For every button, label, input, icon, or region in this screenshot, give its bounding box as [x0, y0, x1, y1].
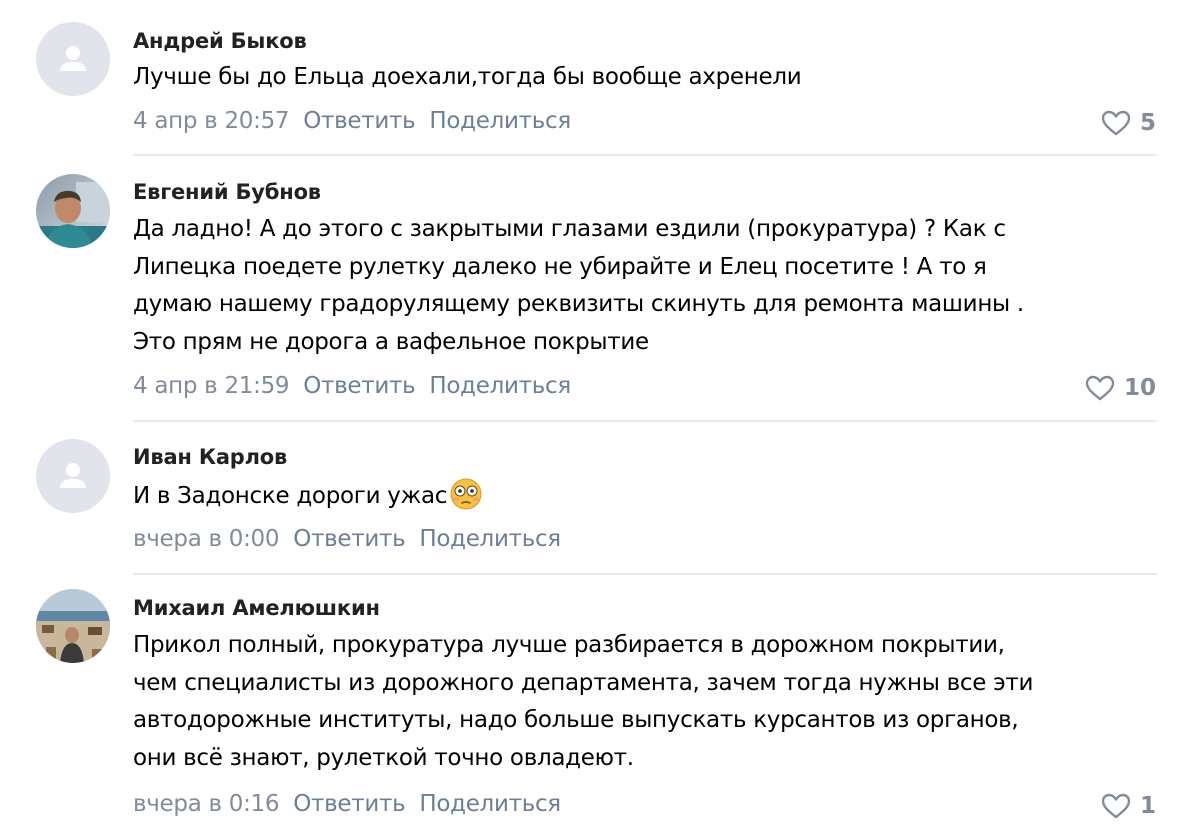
comment-text-line: Это прям не дорога а вафельное покрытие: [133, 328, 649, 355]
divider: [133, 420, 1157, 422]
avatar[interactable]: [36, 589, 110, 663]
comment-text-line: Прикол полный, прокуратура лучше разбира…: [133, 632, 1005, 658]
like-button[interactable]: 10: [1085, 375, 1156, 401]
divider: [133, 154, 1157, 156]
comment-date[interactable]: 4 апр в 21:59: [133, 373, 290, 399]
avatar[interactable]: [36, 174, 110, 248]
reply-button[interactable]: Ответить: [303, 373, 415, 399]
comment-text: Прикол полный, прокуратура лучше разбира…: [133, 627, 1163, 777]
like-count: 5: [1139, 110, 1156, 136]
comments-list: Андрей Быков Лучше бы до Ельца доехали,т…: [0, 0, 1200, 830]
comment-text-line: И в Задонске дороги ужас: [133, 476, 1163, 516]
comment: Андрей Быков Лучше бы до Ельца доехали,т…: [0, 0, 1200, 160]
profile-photo: [36, 589, 110, 663]
comment-author[interactable]: Михаил Амелюшкин: [133, 596, 380, 620]
share-button[interactable]: Поделиться: [429, 373, 571, 399]
comment-author[interactable]: Евгений Бубнов: [133, 180, 321, 204]
like-count: 10: [1123, 375, 1156, 401]
share-button[interactable]: Поделиться: [429, 108, 571, 134]
comment-author[interactable]: Иван Карлов: [133, 445, 287, 469]
user-placeholder-icon: [36, 439, 110, 513]
comment: Иван Карлов И в Задонске дороги ужас вче…: [0, 425, 1200, 575]
comment-text: И в Задонске дороги ужас: [133, 476, 1163, 516]
user-placeholder-icon: [36, 22, 110, 96]
comment-date[interactable]: вчера в 0:16: [133, 791, 280, 817]
comment-text-line: они всё знают, рулеткой точно овладеют.: [133, 744, 634, 771]
comment-text-line: думаю нашему градорулящему реквизиты ски…: [133, 291, 1024, 317]
comment-date[interactable]: вчера в 0:00: [133, 526, 280, 552]
heart-icon: [1085, 375, 1115, 401]
comment-text-line: Лучше бы до Ельца доехали,тогда бы вообщ…: [133, 64, 802, 90]
comment-meta: вчера в 0:00 Ответить Поделиться: [133, 526, 561, 552]
comment: Евгений Бубнов Да ладно! А до этого с за…: [0, 160, 1200, 420]
comment-text-line: автодорожные институты, надо больше выпу…: [133, 707, 1019, 733]
comment-text-line: Да ладно! А до этого с закрытыми глазами…: [133, 216, 1006, 242]
comment-text-content: И в Задонске дороги ужас: [133, 483, 448, 509]
comment-text-line: Липецка поедете рулетку далеко не убирай…: [133, 253, 987, 280]
heart-icon: [1101, 793, 1131, 819]
comment-meta: вчера в 0:16 Ответить Поделиться: [133, 791, 561, 817]
like-button[interactable]: 1: [1101, 793, 1156, 819]
profile-photo: [36, 174, 110, 248]
comment-date[interactable]: 4 апр в 20:57: [133, 108, 290, 134]
like-count: 1: [1139, 793, 1156, 819]
avatar[interactable]: [36, 439, 110, 513]
comment: Михаил Амелюшкин Прикол полный, прокурат…: [0, 575, 1200, 830]
like-button[interactable]: 5: [1101, 110, 1156, 136]
comment-text: Лучше бы до Ельца доехали,тогда бы вообщ…: [133, 59, 1163, 97]
comment-meta: 4 апр в 21:59 Ответить Поделиться: [133, 373, 571, 399]
reply-button[interactable]: Ответить: [293, 526, 405, 552]
comment-author[interactable]: Андрей Быков: [133, 29, 307, 53]
comment-text: Да ладно! А до этого с закрытыми глазами…: [133, 211, 1163, 361]
reply-button[interactable]: Ответить: [293, 791, 405, 817]
comment-text-line: чем специалисты из дорожного департамент…: [133, 669, 1034, 696]
reply-button[interactable]: Ответить: [303, 108, 415, 134]
heart-icon: [1101, 110, 1131, 136]
comment-meta: 4 апр в 20:57 Ответить Поделиться: [133, 108, 571, 134]
share-button[interactable]: Поделиться: [419, 526, 561, 552]
share-button[interactable]: Поделиться: [419, 791, 561, 817]
avatar[interactable]: [36, 22, 110, 96]
flushed-face-emoji: [450, 478, 482, 510]
